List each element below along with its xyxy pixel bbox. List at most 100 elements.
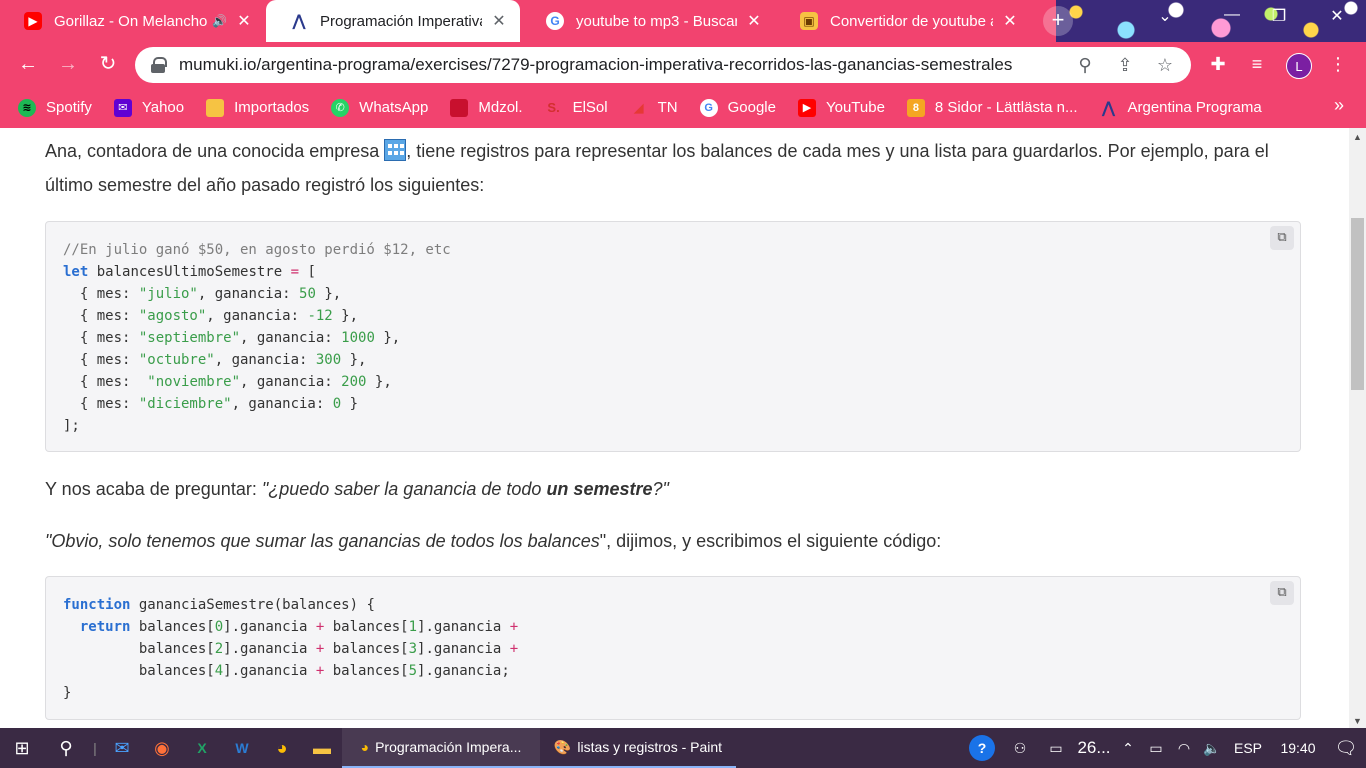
address-bar[interactable]: mumuki.io/argentina-programa/exercises/7… — [135, 47, 1191, 83]
scroll-up-icon[interactable]: ▲ — [1349, 132, 1366, 142]
code-token: ].ganancia — [223, 663, 316, 679]
question-bold: un semestre — [546, 479, 653, 499]
word-icon[interactable]: W — [222, 728, 262, 768]
answer-paragraph: "Obvio, solo tenemos que sumar las ganan… — [45, 524, 1305, 558]
weather-icon[interactable]: ▭ — [1038, 728, 1074, 768]
code-token: } — [63, 685, 72, 701]
code-string: "septiembre" — [138, 330, 241, 346]
wifi-icon[interactable]: ◠ — [1170, 728, 1198, 768]
tab-programacion-imperativa[interactable]: ⋀ Programación Imperativa: Recorridos ✕ — [266, 0, 520, 42]
close-icon[interactable]: ✕ — [490, 11, 508, 31]
bookmark-star-icon[interactable]: ☆ — [1151, 55, 1179, 76]
search-icon[interactable]: ⚲ — [44, 728, 88, 768]
bookmark-label: ElSol — [572, 99, 608, 116]
profile-avatar[interactable]: L — [1286, 53, 1312, 79]
firefox-icon[interactable]: ◉ — [142, 728, 182, 768]
zoom-search-icon[interactable]: ⚲ — [1071, 55, 1099, 76]
lock-icon[interactable] — [151, 57, 167, 73]
tab-youtube-mp3[interactable]: G youtube to mp3 - Buscar con Google ✕ — [522, 0, 775, 42]
code-string: "noviembre" — [147, 374, 241, 390]
code-token: ].ganancia; — [417, 663, 510, 679]
bookmark-whatsapp[interactable]: ✆ WhatsApp — [331, 98, 428, 117]
code-token: ]; — [63, 418, 80, 434]
close-icon[interactable]: ✕ — [745, 11, 763, 31]
copy-icon[interactable]: ⧉ — [1270, 581, 1294, 605]
bookmark-tn[interactable]: ◢ TN — [630, 99, 678, 117]
close-window-icon[interactable]: ✕ — [1322, 6, 1352, 26]
file-explorer-icon[interactable]: ▬ — [302, 728, 342, 768]
menu-icon[interactable]: ⋮ — [1326, 54, 1350, 75]
bookmark-youtube[interactable]: ▶ YouTube — [797, 98, 885, 117]
people-icon[interactable]: ⚇ — [1002, 728, 1038, 768]
battery-icon[interactable]: ▭ — [1142, 728, 1170, 768]
bookmark-spotify[interactable]: ≋ Spotify — [18, 98, 92, 117]
code-token: { mes: — [63, 286, 139, 302]
chevron-up-icon[interactable]: ⌃ — [1114, 728, 1142, 768]
youtube-icon: ▶ — [797, 98, 816, 117]
more-bookmarks-button[interactable]: » — [1334, 95, 1344, 116]
help-icon[interactable]: ? — [962, 728, 1002, 768]
answer-italic: "Obvio, solo tenemos que sumar las ganan… — [45, 531, 600, 551]
bookmark-elsol[interactable]: S. ElSol — [545, 99, 608, 117]
bookmark-argentina-programa[interactable]: ⋀ Argentina Programa — [1100, 99, 1262, 117]
bookmark-mdzol[interactable]: Mdzol. — [450, 98, 523, 117]
taskbar-app-chrome[interactable]: ◕ Programación Impera... — [342, 728, 540, 768]
clock[interactable]: 19:40 — [1270, 728, 1326, 768]
media-control-icon[interactable]: ≡ — [1245, 54, 1269, 75]
minimize-icon[interactable]: — — [1217, 6, 1247, 24]
code-number: 1000 — [341, 330, 375, 346]
forward-button[interactable]: → — [54, 52, 82, 78]
tab-convertidor[interactable]: ▣ Convertidor de youtube a mp3 ✕ — [776, 0, 1031, 42]
copy-icon[interactable]: ⧉ — [1270, 226, 1294, 250]
code-token: { mes: — [63, 352, 139, 368]
scrollbar-thumb[interactable] — [1351, 218, 1364, 390]
windows-start-icon[interactable]: ⊞ — [0, 728, 44, 768]
back-button[interactable]: ← — [14, 52, 42, 78]
close-icon[interactable]: ✕ — [235, 11, 253, 31]
chrome-icon[interactable]: ◕ — [262, 728, 302, 768]
close-icon[interactable]: ✕ — [1001, 11, 1019, 31]
tab-search-icon[interactable]: ⌄ — [1150, 6, 1180, 26]
tab-title: Gorillaz - On Melancholy Hill — [54, 12, 208, 30]
taskbar-app-paint[interactable]: 🎨 listas y registros - Paint — [540, 728, 736, 768]
extensions-icon[interactable]: ✚ — [1206, 54, 1230, 75]
mail-icon[interactable]: ✉ — [102, 728, 142, 768]
page-scrollbar[interactable]: ▲ ▼ — [1349, 128, 1366, 728]
paint-icon: 🎨 — [553, 738, 572, 755]
scroll-down-icon[interactable]: ▼ — [1349, 716, 1366, 726]
intro-paragraph: Ana, contadora de una conocida empresa ,… — [45, 134, 1305, 202]
bookmark-importados[interactable]: Importados — [206, 98, 309, 117]
excel-icon[interactable]: X — [182, 728, 222, 768]
code-string: "julio" — [138, 286, 198, 302]
code-token: , ganancia: — [197, 286, 300, 302]
code-token: gananciaSemestre(balances) { — [130, 597, 375, 613]
volume-icon[interactable]: 🔈 — [1198, 728, 1226, 768]
share-icon[interactable]: ⇪ — [1111, 55, 1139, 76]
weather-temperature[interactable]: 26... — [1074, 728, 1114, 768]
code-token: , ganancia: — [240, 330, 342, 346]
new-tab-button[interactable]: + — [1043, 6, 1073, 36]
language-indicator[interactable]: ESP — [1226, 728, 1270, 768]
restore-icon[interactable]: ❐ — [1264, 6, 1294, 26]
code-number: 200 — [341, 374, 367, 390]
question-text: Y nos acaba de preguntar: — [45, 479, 262, 499]
reload-button[interactable]: ↻ — [94, 52, 122, 78]
code-token: ].ganancia — [223, 641, 316, 657]
notifications-icon[interactable]: 🗨 — [1326, 728, 1366, 768]
tab-gorillaz[interactable]: ▶ Gorillaz - On Melancholy Hill 🔊 ✕ — [0, 0, 265, 42]
answer-text: ", dijimos, y escribimos el siguiente có… — [599, 531, 942, 551]
code-token: balances[ — [324, 663, 409, 679]
folder-icon — [206, 98, 225, 117]
browser-toolbar: ← → ↻ mumuki.io/argentina-programa/exerc… — [0, 42, 1366, 87]
bookmark-label: Google — [727, 99, 776, 116]
code-keyword: function — [63, 597, 131, 613]
question-paragraph: Y nos acaba de preguntar: "¿puedo saber … — [45, 472, 1305, 506]
speaker-icon[interactable]: 🔊 — [212, 14, 227, 28]
bookmark-google[interactable]: G Google — [699, 98, 776, 117]
url-text[interactable]: mumuki.io/argentina-programa/exercises/7… — [179, 55, 1071, 75]
code-number: -12 — [307, 308, 333, 324]
bookmark-label: Mdzol. — [478, 99, 523, 116]
bookmark-8sidor[interactable]: 8 8 Sidor - Lättlästa n... — [906, 98, 1078, 117]
bookmark-yahoo[interactable]: ✉ Yahoo — [113, 98, 184, 117]
